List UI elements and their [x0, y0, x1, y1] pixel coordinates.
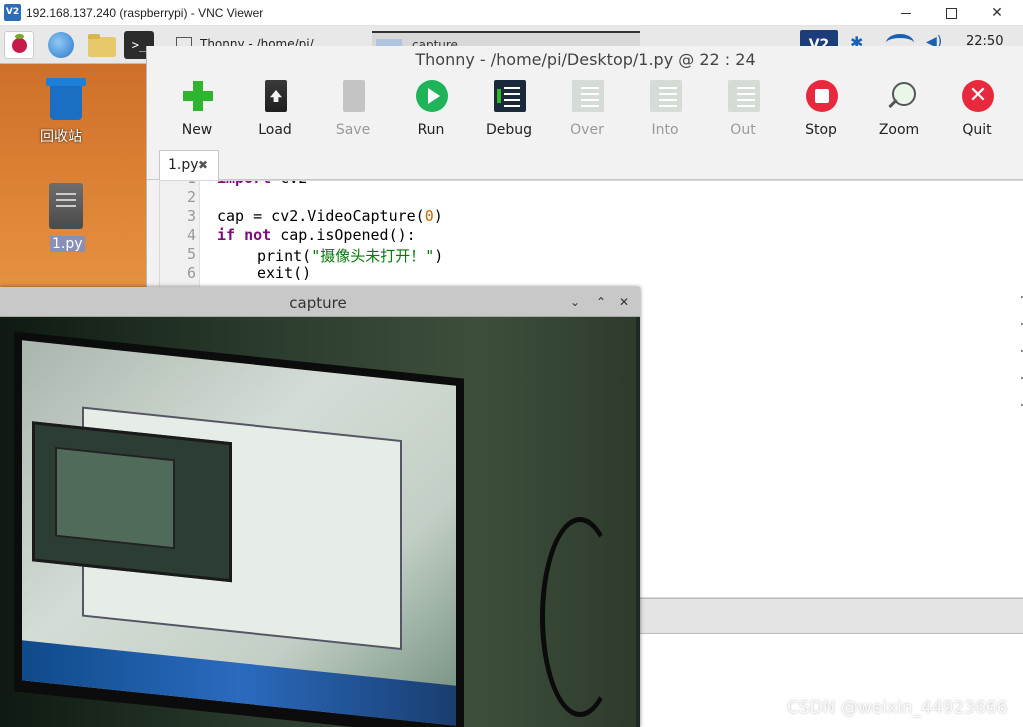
line-number: 1: [160, 181, 196, 187]
code-text: ): [434, 247, 444, 265]
python-file-icon[interactable]: [49, 183, 83, 229]
step-into-button[interactable]: Into: [630, 78, 700, 142]
step-into-button-label: Into: [651, 122, 679, 138]
zoom-button-label: Zoom: [878, 122, 920, 138]
debug-button-label: Debug: [485, 122, 533, 138]
watermark: CSDN @weixin_44923666: [787, 698, 1008, 718]
tab-close-icon[interactable]: ✖: [198, 158, 208, 172]
capture-title: capture: [289, 294, 347, 312]
zoom-icon: [884, 80, 916, 112]
line-number: 3: [186, 207, 196, 225]
stop-icon: [806, 80, 838, 112]
number-literal: 0: [424, 207, 434, 225]
line-number: 2: [186, 188, 196, 206]
code-line: print("摄像头未打开！"): [217, 245, 443, 266]
trash-icon[interactable]: [44, 78, 88, 122]
code-line: exit(): [217, 264, 311, 282]
debug-button[interactable]: Debug: [474, 78, 544, 142]
feed-screen: [22, 340, 456, 726]
keyword: not: [244, 226, 272, 244]
new-button[interactable]: New: [162, 78, 232, 142]
step-out-button[interactable]: Out: [708, 78, 778, 142]
string-literal: "摄像头未打开！": [311, 247, 435, 265]
feed-nested-capture: [32, 421, 232, 583]
capture-titlebar[interactable]: capture ⌄ ⌃ ✕: [0, 287, 640, 317]
save-icon: [343, 80, 365, 112]
run-button[interactable]: Run: [396, 78, 466, 142]
debug-icon: [494, 80, 526, 112]
line-number: 5: [186, 245, 196, 263]
quit-button[interactable]: ✕ Quit: [942, 78, 1012, 142]
capture-close-button[interactable]: ✕: [615, 293, 633, 311]
load-icon: [265, 80, 287, 112]
step-out-icon: [728, 80, 760, 112]
feed-nested-inner: [55, 446, 175, 550]
feed-cable: [540, 517, 620, 717]
step-into-icon: [650, 80, 682, 112]
code-line: cap = cv2.VideoCapture(0): [217, 207, 443, 225]
code-text: print(: [257, 247, 312, 265]
line-number: 4: [186, 226, 196, 244]
editor-tabs: 1.py ✖: [147, 144, 1023, 180]
code-text: ): [433, 207, 443, 225]
step-over-icon: [572, 80, 604, 112]
code-line: import cv2: [217, 181, 307, 187]
raspberry-menu-icon[interactable]: [4, 31, 34, 59]
python-file-label[interactable]: 1.py: [50, 236, 85, 252]
capture-window: capture ⌄ ⌃ ✕: [0, 287, 640, 727]
code-text: exit(): [257, 264, 312, 282]
capture-maximize-button[interactable]: ⌃: [592, 293, 610, 311]
code-text: cap.isOpened():: [271, 226, 416, 244]
zoom-button[interactable]: Zoom: [864, 78, 934, 142]
new-button-label: New: [181, 122, 213, 138]
thonny-toolbar: New Load Save Run Debug Over Into Out St…: [147, 74, 1023, 144]
line-number: 6: [186, 264, 196, 282]
step-out-button-label: Out: [730, 122, 756, 138]
keyword: import: [217, 181, 271, 187]
close-button[interactable]: ✕: [986, 3, 1008, 23]
step-over-button[interactable]: Over: [552, 78, 622, 142]
new-icon: [182, 80, 214, 112]
load-button[interactable]: Load: [240, 78, 310, 142]
file-manager-folder-icon[interactable]: [86, 31, 116, 59]
run-icon: [416, 80, 448, 112]
feed-monitor: [14, 331, 464, 727]
browser-globe-icon[interactable]: [46, 31, 76, 59]
vnc-titlebar: V2 192.168.137.240 (raspberrypi) - VNC V…: [0, 0, 1023, 26]
keyword: if: [217, 226, 236, 244]
vnc-window-title: 192.168.137.240 (raspberrypi) - VNC View…: [26, 6, 264, 20]
maximize-button[interactable]: [940, 3, 962, 23]
capture-minimize-button[interactable]: ⌄: [566, 293, 584, 311]
run-button-label: Run: [417, 122, 445, 138]
minimize-button[interactable]: [895, 3, 917, 23]
feed-taskbar: [22, 640, 456, 726]
quit-button-label: Quit: [962, 122, 992, 138]
save-button-label: Save: [335, 122, 371, 138]
step-over-button-label: Over: [570, 122, 604, 138]
thonny-title: Thonny - /home/pi/Desktop/1.py @ 22 : 24: [147, 46, 1023, 74]
save-button[interactable]: Save: [318, 78, 388, 142]
vnc-logo-icon: V2: [4, 4, 21, 21]
code-line: if not cap.isOpened():: [217, 226, 416, 244]
stop-button-label: Stop: [805, 122, 837, 138]
camera-feed-image: [0, 317, 636, 727]
code-text: cap = cv2.VideoCapture(: [217, 207, 425, 225]
stop-button[interactable]: Stop: [786, 78, 856, 142]
trash-label[interactable]: 回收站: [40, 126, 82, 146]
quit-icon: ✕: [962, 80, 994, 112]
tab-1py[interactable]: 1.py ✖: [159, 150, 219, 180]
tab-1py-label: 1.py: [168, 157, 199, 173]
code-text: cv2: [271, 181, 307, 187]
load-button-label: Load: [258, 122, 292, 138]
